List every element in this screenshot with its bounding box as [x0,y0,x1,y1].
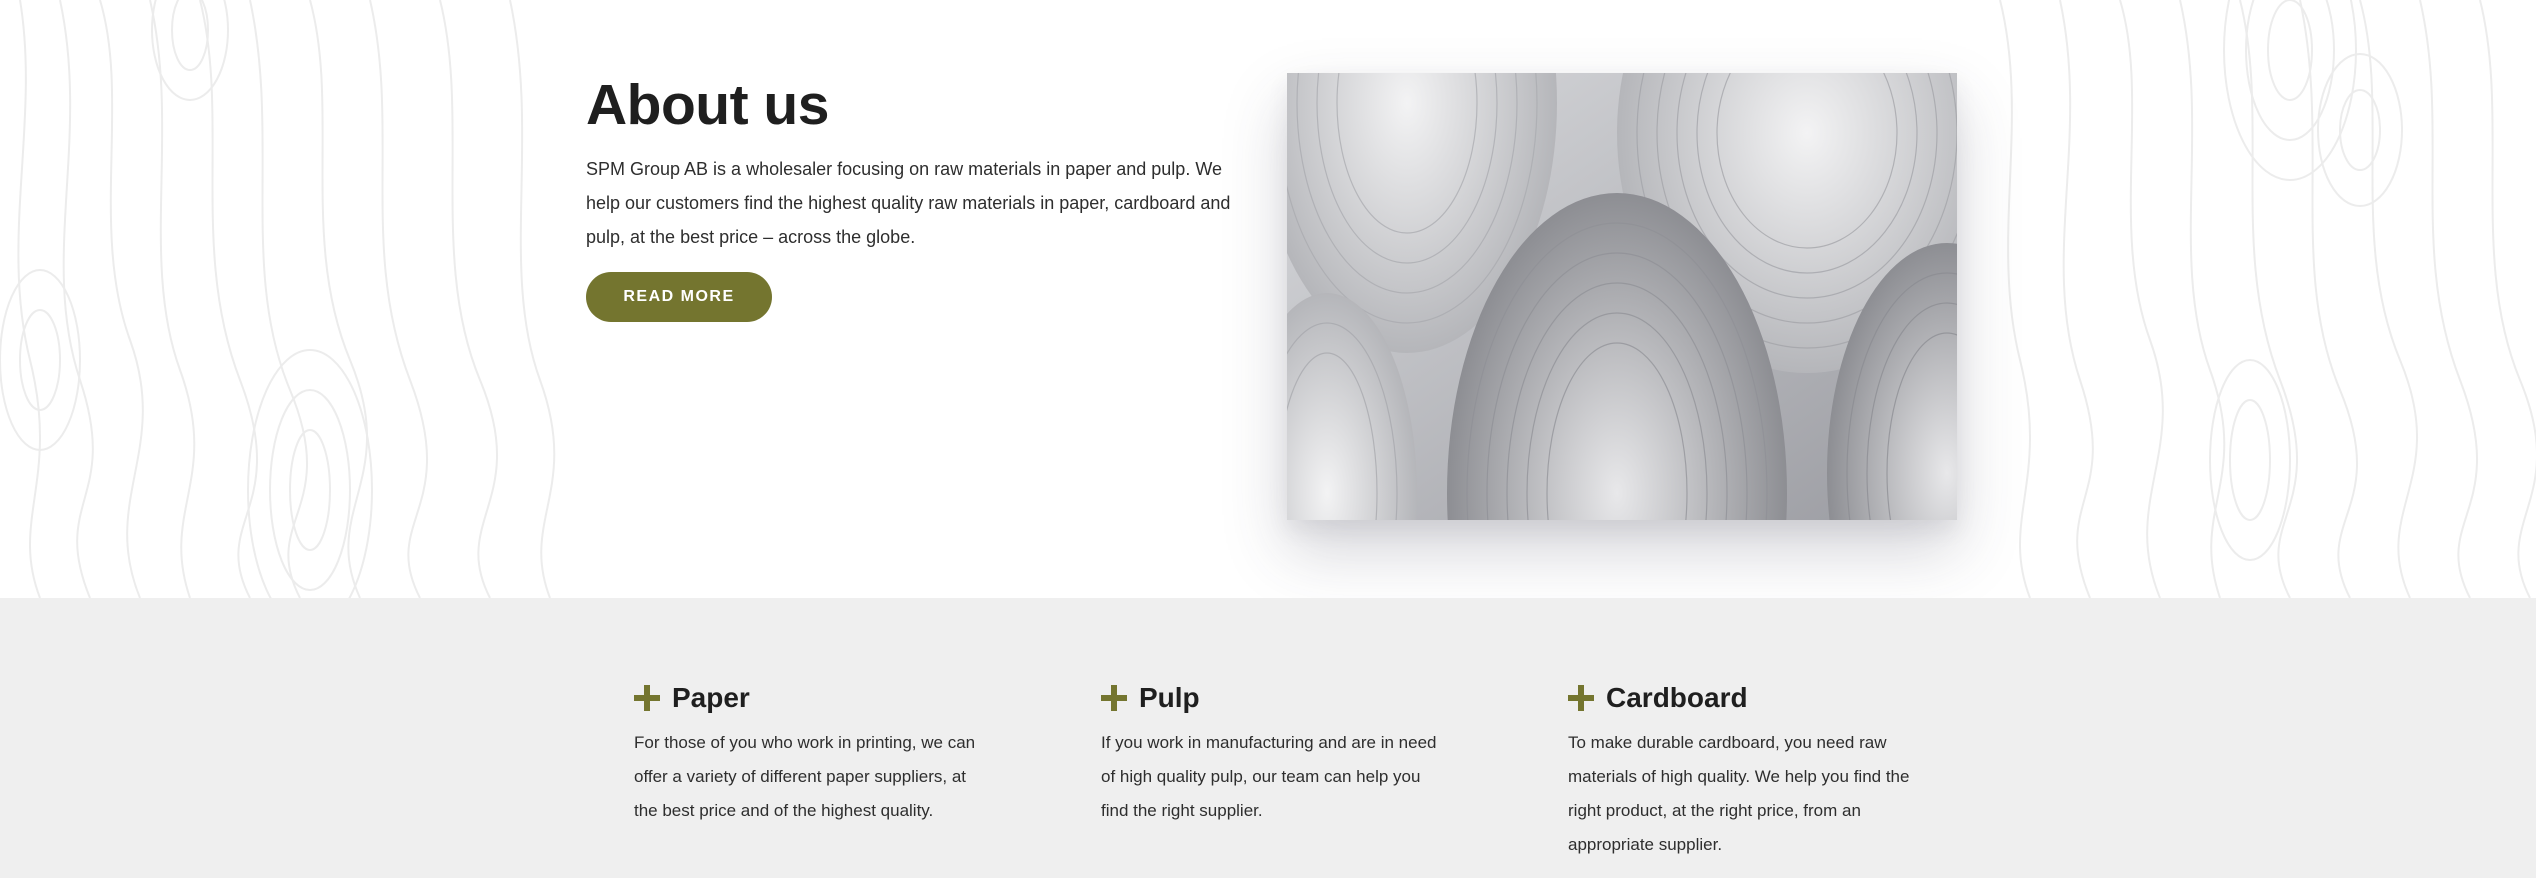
service-paper: Paper For those of you who work in print… [634,678,994,828]
plus-icon [1101,685,1127,711]
service-title: Paper [672,682,750,713]
paper-rolls-image [1287,73,1957,520]
service-header: Pulp [1101,678,1461,718]
about-section: About us SPM Group AB is a wholesaler fo… [0,0,2536,598]
read-more-button[interactable]: READ MORE [586,272,772,322]
about-content: About us SPM Group AB is a wholesaler fo… [586,70,1256,322]
service-header: Cardboard [1568,678,1928,718]
service-description: If you work in manufacturing and are in … [1101,733,1437,820]
plus-icon [1568,685,1594,711]
service-header: Paper [634,678,994,718]
about-title: About us [586,73,829,137]
service-pulp: Pulp If you work in manufacturing and ar… [1101,678,1461,828]
service-title: Cardboard [1606,682,1748,713]
service-description: For those of you who work in printing, w… [634,733,976,820]
service-description: To make durable cardboard, you need raw … [1568,733,1910,854]
service-title: Pulp [1139,682,1200,713]
service-cardboard: Cardboard To make durable cardboard, you… [1568,678,1928,862]
services-section: Paper For those of you who work in print… [0,598,2536,878]
about-description: SPM Group AB is a wholesaler focusing on… [586,159,1231,247]
plus-icon [634,685,660,711]
wood-grain-background [0,0,2536,598]
